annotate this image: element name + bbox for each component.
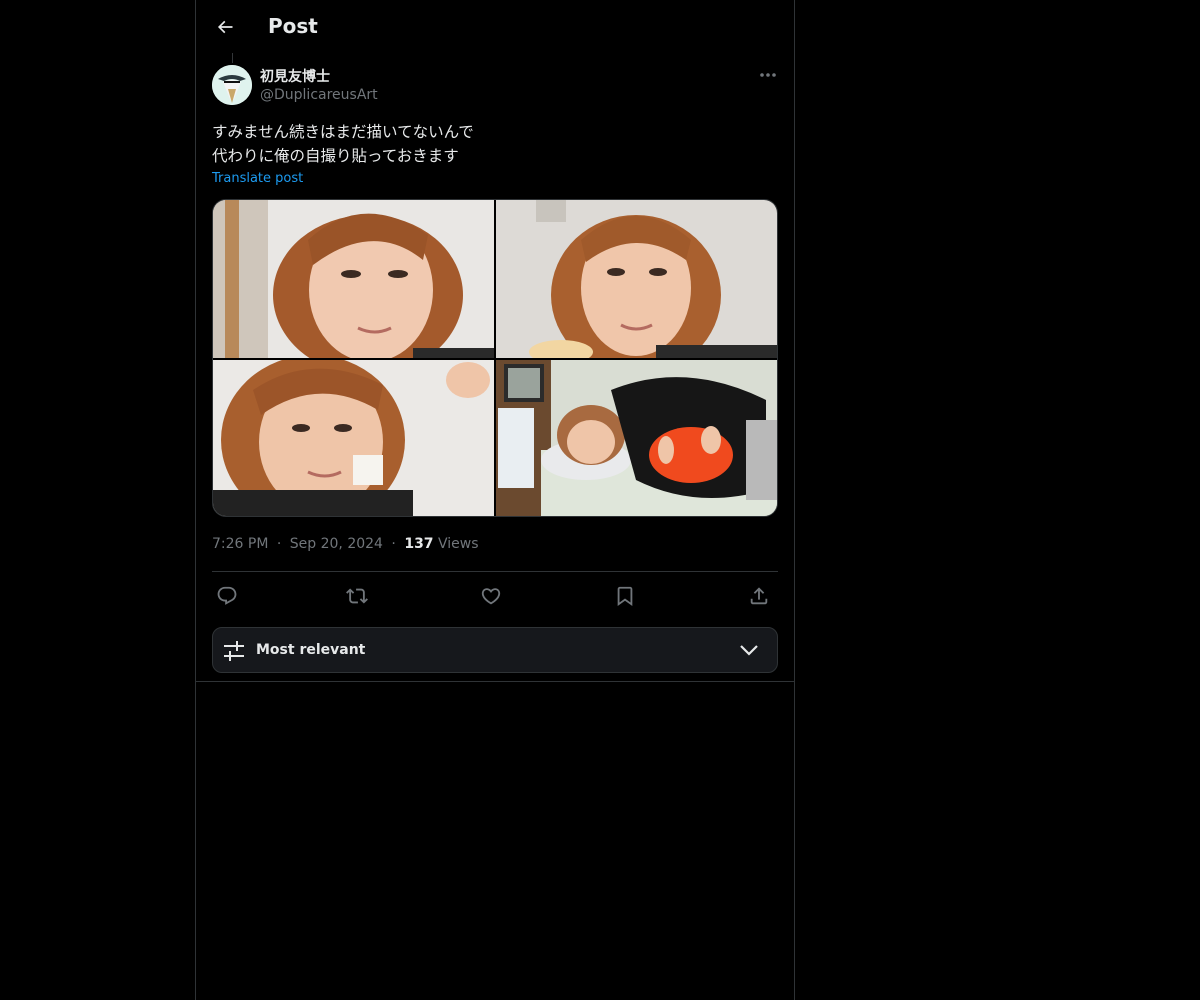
post-text-line: すみません続きはまだ描いてないんで bbox=[212, 123, 474, 141]
more-options-button[interactable] bbox=[756, 66, 780, 84]
meta-separator: · bbox=[276, 536, 282, 552]
media-grid bbox=[212, 199, 778, 517]
post-meta: 7:26 PM · Sep 20, 2024 · 137 Views bbox=[212, 536, 479, 552]
media-photo-2[interactable] bbox=[496, 200, 777, 358]
page-header: Post bbox=[196, 0, 794, 53]
meta-separator: · bbox=[391, 536, 396, 552]
reply-icon bbox=[217, 586, 237, 605]
page-title: Post bbox=[268, 14, 318, 38]
views-label: Views bbox=[438, 536, 479, 552]
sort-replies-dropdown[interactable]: Most relevant bbox=[212, 627, 778, 673]
back-button[interactable] bbox=[208, 10, 242, 44]
repost-icon bbox=[346, 588, 368, 604]
translate-post-link[interactable]: Translate post bbox=[212, 171, 303, 186]
chevron-down-icon bbox=[740, 645, 758, 656]
views-count: 137 bbox=[404, 536, 434, 552]
bookmark-icon bbox=[617, 586, 633, 607]
post-date[interactable]: Sep 20, 2024 bbox=[290, 536, 383, 552]
avatar[interactable] bbox=[212, 65, 252, 105]
share-button[interactable] bbox=[744, 580, 774, 612]
sliders-icon bbox=[224, 641, 244, 661]
media-photo-4[interactable] bbox=[496, 360, 777, 516]
more-horizontal-icon bbox=[760, 73, 776, 77]
media-photo-1[interactable] bbox=[213, 200, 494, 358]
post-text: すみません続きはまだ描いてないんで 代わりに俺の自撮り貼っておきます bbox=[212, 120, 772, 168]
bookmark-button[interactable] bbox=[610, 580, 640, 612]
repost-button[interactable] bbox=[342, 580, 372, 612]
heart-icon bbox=[481, 588, 501, 605]
post-actions bbox=[212, 580, 778, 614]
post-time[interactable]: 7:26 PM bbox=[212, 536, 268, 552]
share-icon bbox=[750, 587, 768, 605]
section-divider bbox=[196, 681, 794, 682]
author-display-name[interactable]: 初見友博士 bbox=[260, 66, 330, 86]
media-photo-3[interactable] bbox=[213, 360, 494, 516]
like-button[interactable] bbox=[476, 580, 506, 612]
post-text-line: 代わりに俺の自撮り貼っておきます bbox=[212, 147, 459, 165]
author-handle[interactable]: @DuplicareusArt bbox=[260, 87, 378, 103]
arrow-left-icon bbox=[217, 20, 233, 34]
sort-label: Most relevant bbox=[256, 642, 366, 658]
main-column: Post 初見友博士 @DuplicareusArt すみません続きはまだ描いて… bbox=[195, 0, 795, 1000]
thread-line bbox=[232, 53, 233, 63]
reply-button[interactable] bbox=[212, 580, 242, 612]
actions-divider bbox=[212, 571, 778, 572]
